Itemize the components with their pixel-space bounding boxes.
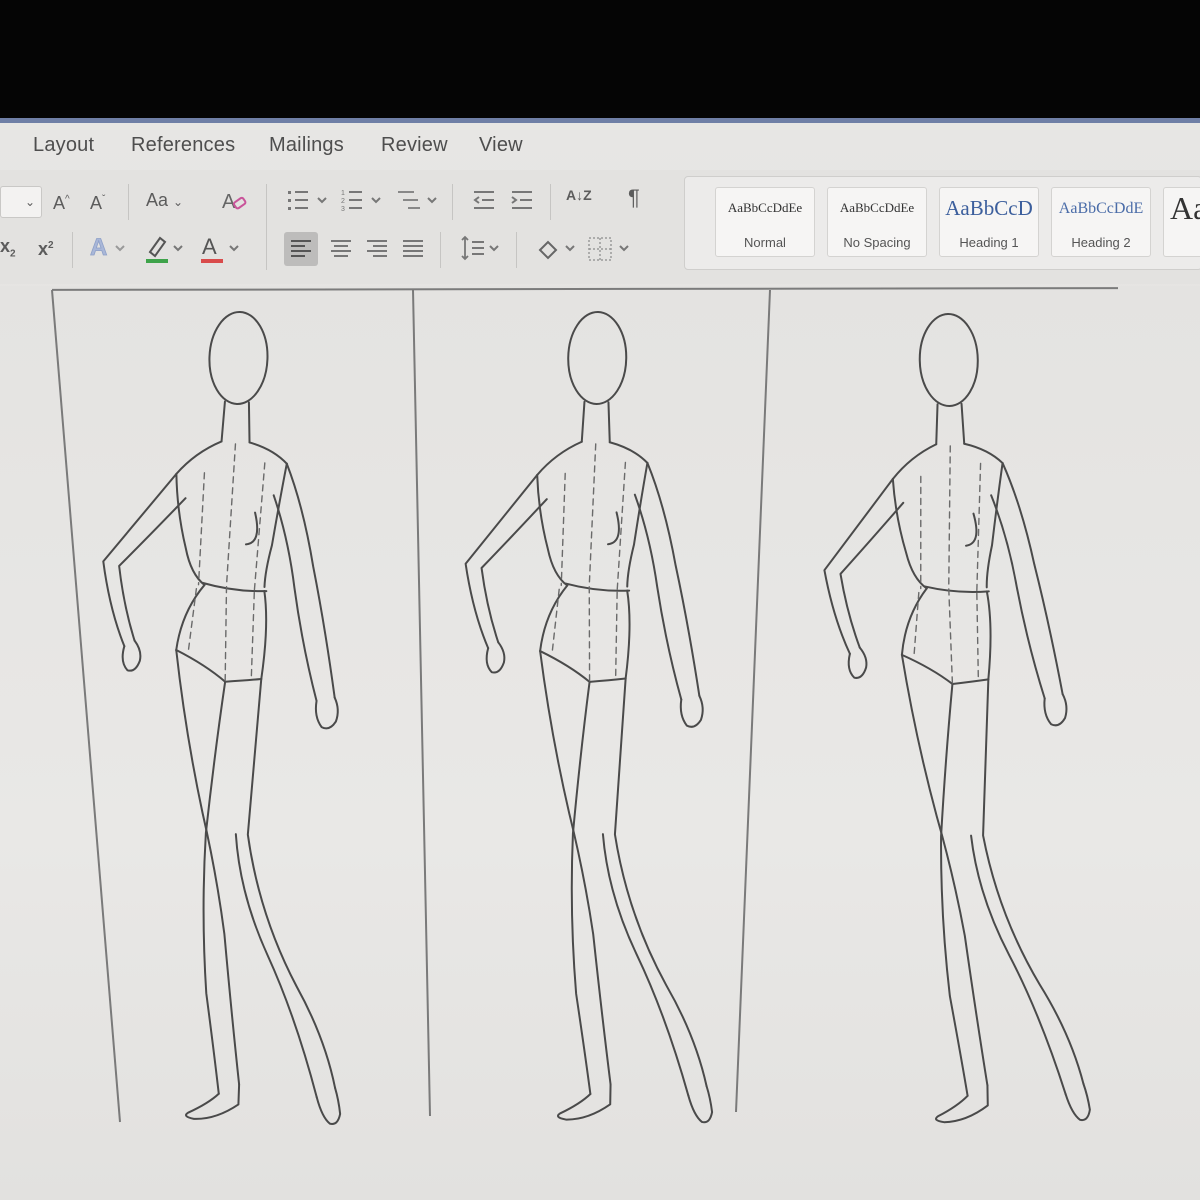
divider — [266, 184, 267, 270]
font-size-dropdown[interactable]: ⌄ — [0, 186, 42, 218]
svg-text:A: A — [202, 234, 217, 259]
style-normal[interactable]: AaBbCcDdEe Normal — [715, 187, 815, 257]
styles-gallery: AaBbCcDdEe Normal AaBbCcDdEe No Spacing … — [684, 176, 1200, 270]
divider — [128, 184, 129, 220]
subscript-button[interactable]: x2 — [0, 236, 16, 265]
change-case-button[interactable]: Aa ⌄ — [146, 190, 183, 212]
divider — [550, 184, 551, 220]
align-left-icon — [291, 240, 311, 257]
style-name: Heading 1 — [959, 235, 1019, 250]
highlight-icon[interactable] — [142, 232, 190, 266]
monitor-bezel — [0, 0, 1200, 118]
window-top-edge — [0, 118, 1200, 123]
chevron-down-icon: ⌄ — [24, 195, 35, 209]
style-name: Heading 2 — [1071, 235, 1131, 250]
show-formatting-marks-button[interactable]: ¶ — [628, 187, 640, 209]
word-window: Layout References Mailings Review View ⌄… — [0, 118, 1200, 1200]
divider — [452, 184, 453, 220]
style-sample: AaBbCcDdEe — [727, 200, 803, 215]
tab-mailings[interactable]: Mailings — [269, 134, 344, 157]
shrink-font-button[interactable]: Aˇ — [90, 190, 105, 213]
divider — [440, 232, 441, 268]
tab-view[interactable]: View — [479, 134, 523, 157]
divider — [516, 232, 517, 268]
superscript-button[interactable]: x2 — [38, 236, 54, 259]
borders-icon[interactable] — [586, 232, 634, 266]
style-heading-2[interactable]: AaBbCcDdE Heading 2 — [1051, 187, 1151, 257]
align-center-icon[interactable] — [324, 232, 358, 266]
caret-up-icon: ^ — [65, 194, 70, 205]
line-spacing-icon[interactable] — [456, 232, 504, 266]
style-sample: AaBbCcDdE — [1058, 200, 1144, 217]
chevron-down-icon: ⌄ — [173, 195, 184, 209]
style-sample: Aa — [1170, 190, 1200, 226]
multilevel-list-icon[interactable] — [396, 188, 442, 214]
croquis-figure-1 — [82, 306, 369, 1126]
style-sample: AaBbCcDdEe — [839, 200, 915, 215]
svg-text:1: 1 — [341, 190, 345, 197]
svg-text:A: A — [90, 234, 107, 261]
svg-text:2: 2 — [341, 198, 345, 205]
ribbon-tabs: Layout References Mailings Review View — [0, 126, 1200, 166]
divider — [72, 232, 73, 268]
style-title[interactable]: Aa — [1163, 187, 1200, 257]
tab-review[interactable]: Review — [381, 134, 448, 157]
style-heading-1[interactable]: AaBbCcD Heading 1 — [939, 187, 1039, 257]
croquis-figure-2 — [454, 308, 728, 1124]
style-sample: AaBbCcD — [945, 196, 1033, 220]
tab-references[interactable]: References — [131, 134, 235, 157]
croquis-figures — [82, 306, 1092, 1126]
increase-indent-icon[interactable] — [508, 188, 536, 214]
grow-font-button[interactable]: A^ — [53, 190, 70, 213]
style-no-spacing[interactable]: AaBbCcDdEe No Spacing — [827, 187, 927, 257]
caret-down-icon: ˇ — [102, 194, 106, 205]
numbering-icon[interactable]: 123 — [340, 188, 386, 214]
sort-button[interactable]: A↓Z — [566, 188, 594, 202]
font-color-icon[interactable]: A — [198, 232, 246, 266]
style-name: No Spacing — [843, 235, 911, 250]
shading-icon[interactable] — [534, 232, 580, 266]
tab-layout[interactable]: Layout — [33, 134, 94, 157]
croquis-figure-3 — [818, 310, 1092, 1126]
svg-text:3: 3 — [341, 206, 345, 213]
document-page — [0, 286, 1200, 1200]
align-left-button[interactable] — [284, 232, 318, 266]
decrease-indent-icon[interactable] — [470, 188, 498, 214]
align-right-icon[interactable] — [360, 232, 394, 266]
clear-formatting-icon[interactable]: A — [220, 186, 248, 214]
justify-icon[interactable] — [396, 232, 430, 266]
bullets-icon[interactable] — [286, 188, 332, 214]
style-name: Normal — [744, 235, 786, 250]
text-effects-icon[interactable]: A — [88, 232, 134, 262]
